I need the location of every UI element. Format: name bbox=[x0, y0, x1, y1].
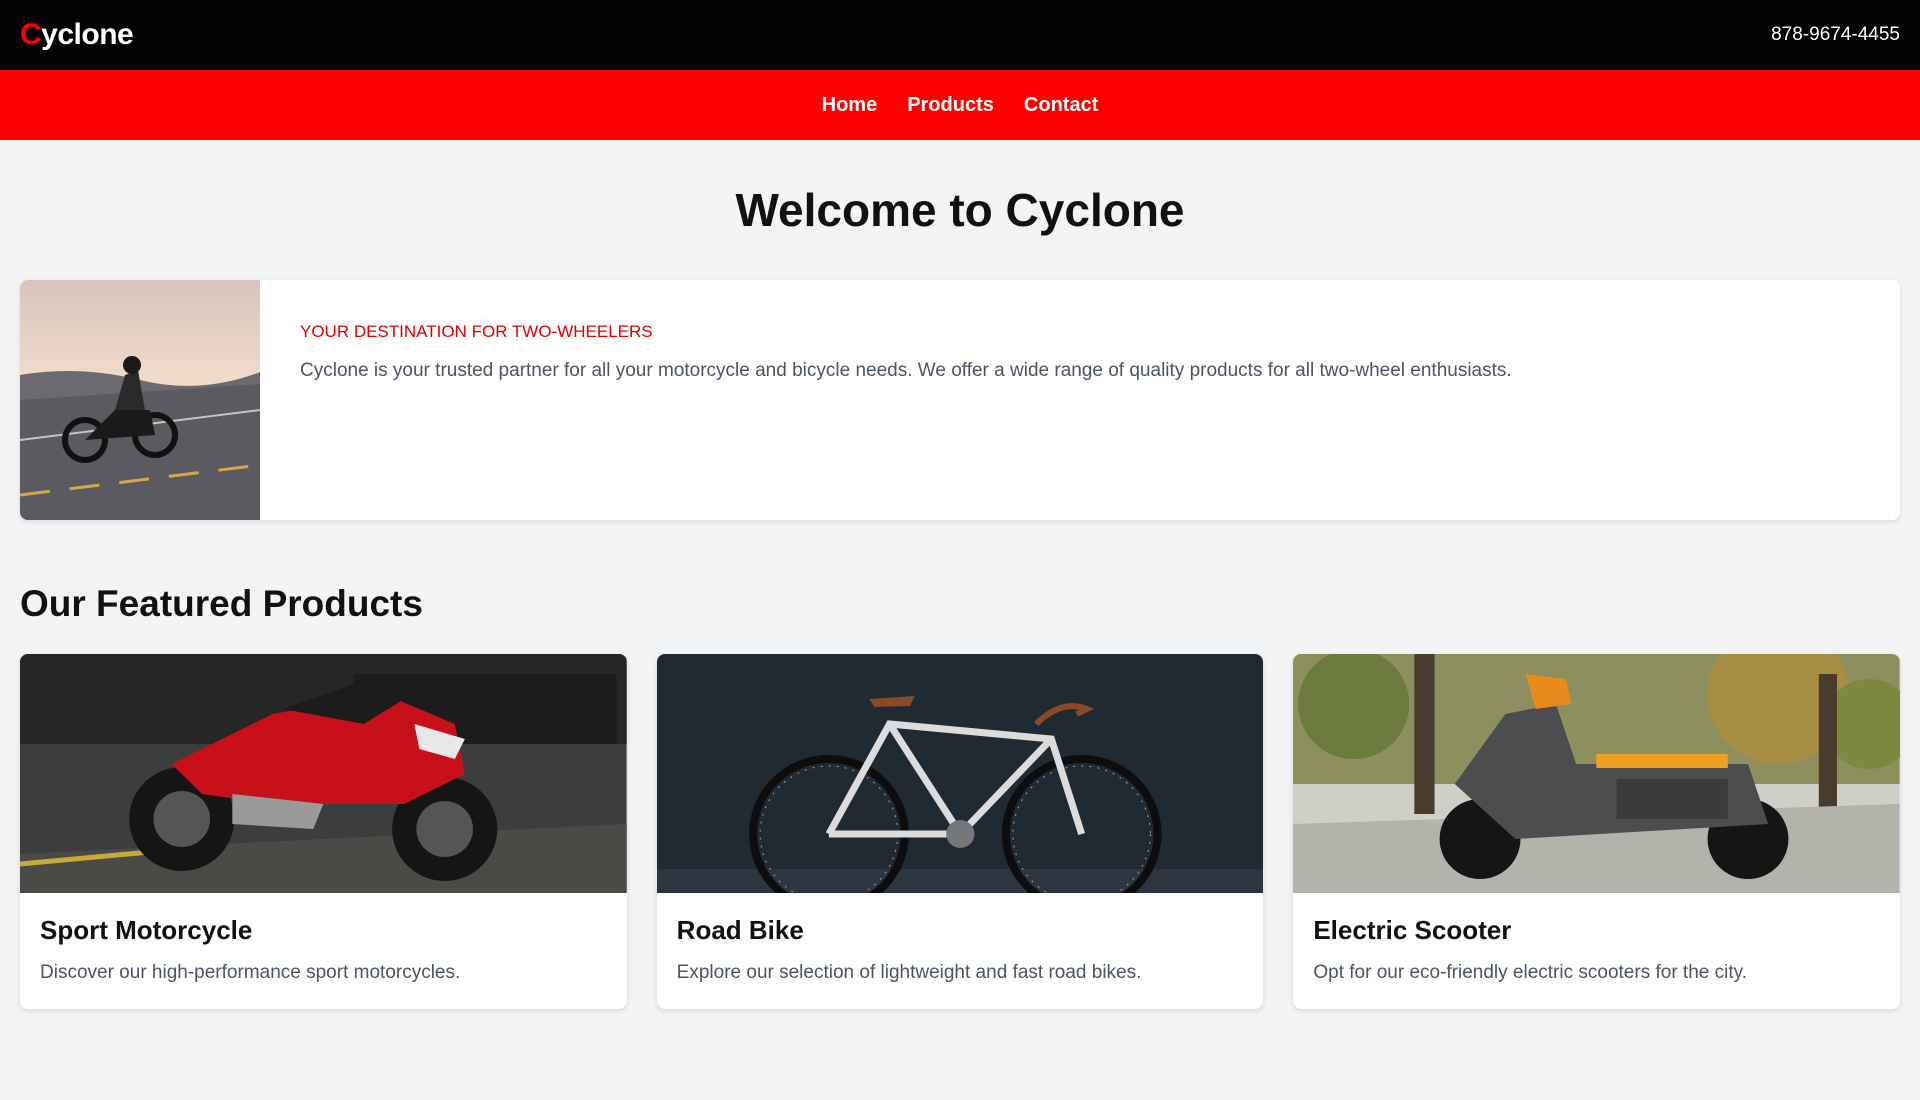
nav-products-link[interactable]: Products bbox=[907, 94, 994, 117]
product-name[interactable]: Electric Scooter bbox=[1313, 915, 1880, 946]
product-description: Opt for our eco-friendly electric scoote… bbox=[1313, 962, 1747, 983]
top-bar: Cyclone 878-9674-4455 bbox=[0, 0, 1920, 70]
product-card-road-bike[interactable]: Road Bike Explore our selection of light… bbox=[656, 654, 1264, 1009]
product-description: Explore our selection of lightweight and… bbox=[676, 962, 1142, 983]
product-name[interactable]: Sport Motorcycle bbox=[40, 915, 607, 946]
electric-scooter-photo bbox=[1293, 654, 1901, 893]
product-body: Electric Scooter Opt for our eco-friendl… bbox=[1293, 893, 1900, 1006]
logo-text: yclone bbox=[41, 18, 134, 51]
nav-home-link[interactable]: Home bbox=[822, 94, 878, 117]
sport-motorcycle-photo bbox=[20, 654, 627, 893]
logo-first-letter: C bbox=[20, 18, 42, 51]
nav-contact-link[interactable]: Contact bbox=[1024, 94, 1098, 117]
featured-products-title: Our Featured Products bbox=[20, 583, 423, 624]
product-name[interactable]: Road Bike bbox=[677, 915, 1244, 946]
product-body: Sport Motorcycle Discover our high-perfo… bbox=[20, 893, 627, 1006]
intro-card: YOUR DESTINATION FOR TWO-WHEELERS Cyclon… bbox=[20, 280, 1900, 520]
product-card-sport-motorcycle[interactable]: Sport Motorcycle Discover our high-perfo… bbox=[20, 654, 627, 1009]
intro-tagline: YOUR DESTINATION FOR TWO-WHEELERS bbox=[300, 322, 653, 341]
page-title: Welcome to Cyclone bbox=[735, 184, 1185, 236]
main-nav: Home Products Contact bbox=[0, 70, 1920, 140]
intro-description: Cyclone is your trusted partner for all … bbox=[300, 360, 1512, 381]
product-body: Road Bike Explore our selection of light… bbox=[657, 893, 1264, 1006]
intro-text: YOUR DESTINATION FOR TWO-WHEELERS Cyclon… bbox=[260, 280, 1552, 520]
site-logo[interactable]: Cyclone bbox=[20, 18, 134, 52]
motorcycle-rider-photo bbox=[20, 280, 260, 520]
phone-number: 878-9674-4455 bbox=[1771, 24, 1900, 45]
product-description: Discover our high-performance sport moto… bbox=[40, 962, 461, 983]
product-grid: Sport Motorcycle Discover our high-perfo… bbox=[20, 654, 1901, 1009]
product-card-electric-scooter[interactable]: Electric Scooter Opt for our eco-friendl… bbox=[1293, 654, 1901, 1009]
road-bike-photo bbox=[656, 654, 1264, 893]
